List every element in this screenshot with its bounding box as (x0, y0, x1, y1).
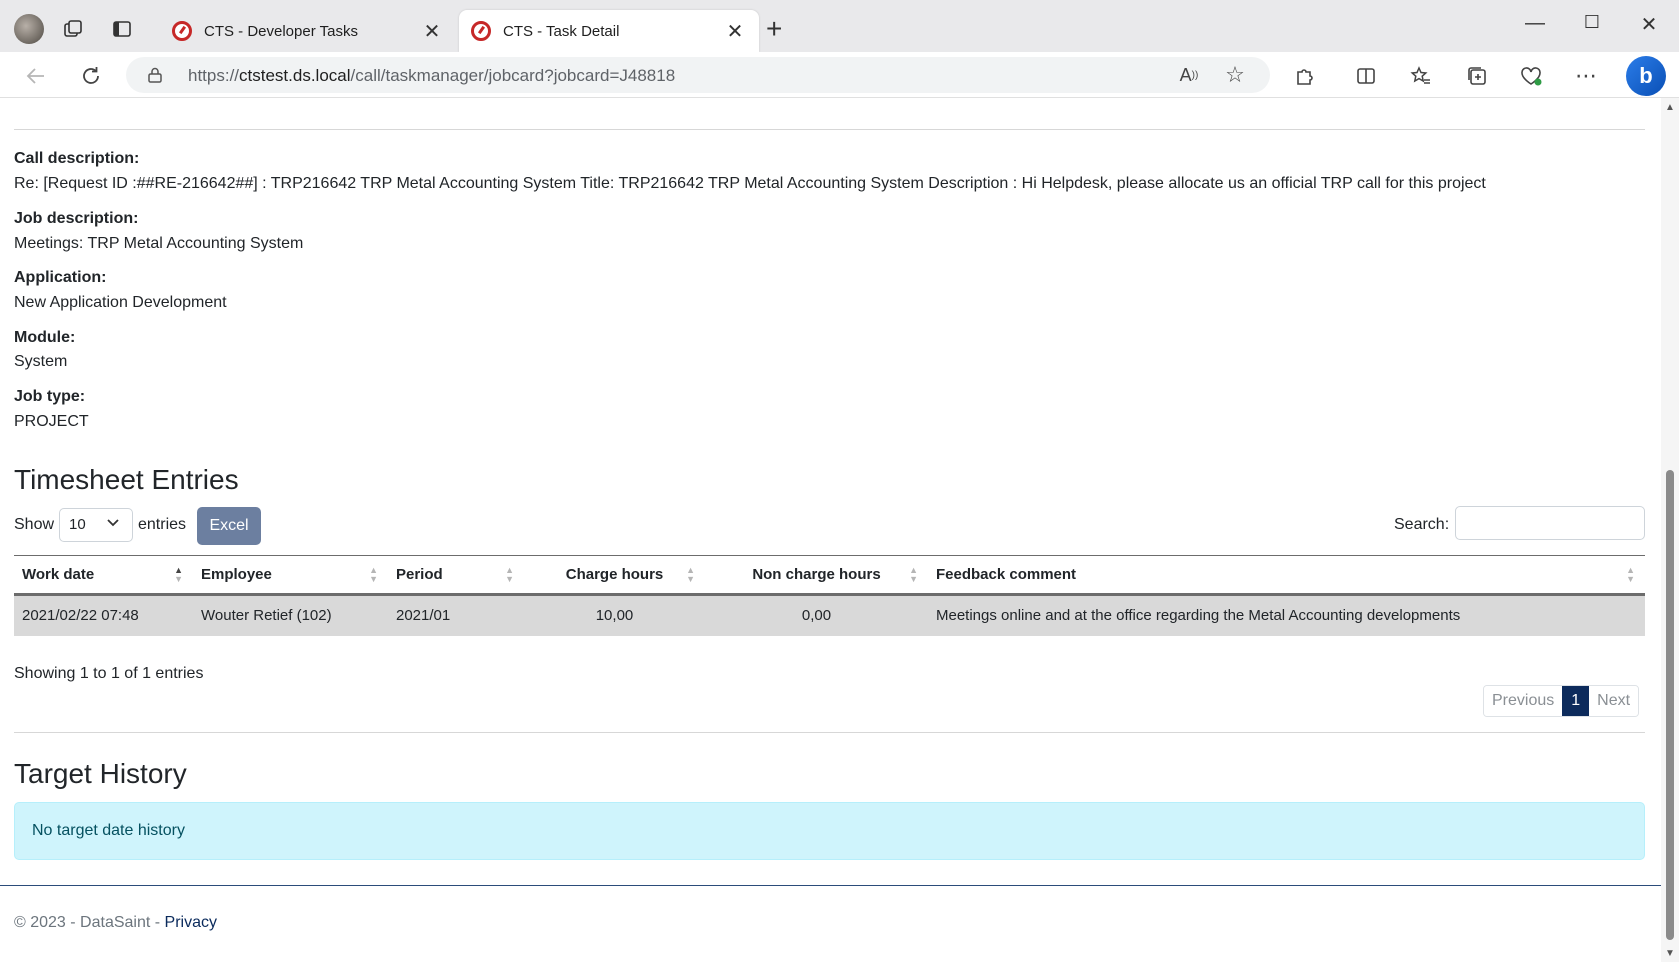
job-type-label: Job type: (14, 388, 86, 405)
search-label: Search: (1394, 516, 1450, 533)
column-header-period[interactable]: Period ▲ ▼ (388, 555, 524, 596)
footer: © 2023 - DataSaint - Privacy (14, 914, 217, 932)
page-1-button[interactable]: 1 (1562, 686, 1590, 716)
timesheet-table: Work date ▲ ▼ Employee ▲ ▼ Period ▲ ▼ Charge h… (14, 555, 1645, 636)
show-label: Show (14, 516, 55, 533)
cts-favicon-icon (172, 21, 192, 41)
column-header-charge-hours[interactable]: Charge hours ▲ ▼ (524, 555, 705, 596)
tab-title: CTS - Task Detail (503, 22, 620, 40)
cell-feedback-comment: Meetings online and at the office regard… (928, 594, 1645, 636)
target-history-title: Target History (14, 758, 187, 789)
page-content: Call description: Re: [Request ID :##RE-… (0, 98, 1661, 962)
footer-divider (0, 885, 1661, 886)
refresh-icon[interactable] (77, 62, 105, 90)
privacy-link[interactable]: Privacy (165, 914, 217, 931)
heart-icon[interactable] (1517, 62, 1545, 90)
bing-icon[interactable]: b (1626, 56, 1666, 96)
collections-icon[interactable] (1463, 62, 1491, 90)
cell-employee: Wouter Retief (102) (193, 594, 388, 636)
browser-tab-bar: CTS - Developer Tasks ✕ CTS - Task Detai… (0, 0, 1679, 52)
footer-copyright: © 2023 - DataSaint - (14, 914, 165, 931)
plus-icon[interactable]: + (766, 15, 782, 43)
avatar[interactable] (14, 14, 44, 44)
chevron-down-icon (106, 515, 120, 532)
cell-non-charge-hours: 0,00 (705, 594, 928, 636)
table-info: Showing 1 to 1 of 1 entries (14, 665, 204, 682)
puzzle-icon[interactable] (1290, 62, 1318, 90)
scroll-thumb[interactable] (1666, 470, 1674, 940)
maximize-icon[interactable]: ☐ (1577, 12, 1607, 33)
close-icon[interactable]: ✕ (723, 19, 747, 44)
tab-developer-tasks[interactable]: CTS - Developer Tasks ✕ (160, 10, 456, 52)
scroll-down-icon[interactable]: ▼ (1665, 948, 1675, 959)
call-description-label: Call description: (14, 150, 140, 167)
vertical-tabs-icon[interactable] (109, 16, 135, 42)
close-icon[interactable]: ✕ (420, 19, 444, 44)
star-icon[interactable]: ☆ (1222, 62, 1248, 87)
cell-charge-hours: 10,00 (524, 594, 705, 636)
tab-title: CTS - Developer Tasks (204, 22, 358, 40)
excel-button[interactable]: Excel (197, 507, 261, 545)
target-history-alert: No target date history (14, 802, 1645, 860)
arrow-left-icon[interactable] (22, 62, 50, 90)
sort-icon: ▲ ▼ (686, 565, 695, 584)
module-value: System (14, 353, 68, 370)
read-aloud-icon[interactable]: A)) (1176, 63, 1202, 87)
divider (14, 129, 1645, 130)
timesheet-title: Timesheet Entries (14, 464, 239, 495)
workspaces-icon[interactable] (60, 16, 86, 42)
application-label: Application: (14, 269, 107, 286)
application-value: New Application Development (14, 294, 227, 311)
job-description-label: Job description: (14, 210, 139, 227)
sort-icon: ▲ ▼ (505, 565, 514, 584)
alert-message: No target date history (32, 822, 185, 839)
cts-favicon-icon (471, 21, 491, 41)
job-description-value: Meetings: TRP Metal Accounting System (14, 235, 304, 252)
divider (14, 732, 1645, 733)
favorites-icon[interactable] (1407, 62, 1435, 90)
column-header-feedback-comment[interactable]: Feedback comment ▲ ▼ (928, 555, 1645, 596)
entries-label: entries (138, 516, 187, 533)
sort-icon: ▲ ▼ (174, 565, 183, 584)
cell-period: 2021/01 (388, 594, 524, 636)
page-length-value: 10 (69, 516, 86, 533)
column-header-employee[interactable]: Employee ▲ ▼ (193, 555, 388, 596)
ellipsis-icon[interactable]: ⋯ (1572, 62, 1600, 90)
next-page-button[interactable]: Next (1589, 686, 1639, 716)
table-row[interactable]: 2021/02/22 07:48 Wouter Retief (102) 202… (14, 594, 1645, 636)
browser-toolbar: https://ctstest.ds.local/call/taskmanage… (0, 52, 1679, 98)
call-description-value: Re: [Request ID :##RE-216642##] : TRP216… (14, 175, 1486, 192)
url-text: https://ctstest.ds.local/call/taskmanage… (188, 66, 676, 85)
column-header-work-date[interactable]: Work date ▲ ▼ (14, 555, 193, 596)
table-header-row: Work date ▲ ▼ Employee ▲ ▼ Period ▲ ▼ Charge h… (14, 555, 1645, 596)
job-type-value: PROJECT (14, 413, 89, 430)
sort-icon: ▲ ▼ (909, 565, 918, 584)
previous-page-button[interactable]: Previous (1484, 686, 1563, 716)
address-bar[interactable]: https://ctstest.ds.local/call/taskmanage… (126, 57, 1270, 93)
sort-icon: ▲ ▼ (1626, 565, 1635, 584)
scrollbar[interactable]: ▲ ▼ (1661, 98, 1679, 962)
column-header-non-charge-hours[interactable]: Non charge hours ▲ ▼ (705, 555, 928, 596)
lock-icon (148, 67, 162, 83)
page-length-select[interactable]: 10 (59, 508, 133, 542)
module-label: Module: (14, 329, 76, 346)
scroll-up-icon[interactable]: ▲ (1665, 102, 1675, 113)
search-input[interactable] (1455, 506, 1645, 540)
cell-work-date: 2021/02/22 07:48 (14, 594, 193, 636)
minimize-icon[interactable]: — (1520, 12, 1550, 35)
window-close-icon[interactable]: ✕ (1634, 12, 1664, 37)
split-screen-icon[interactable] (1352, 62, 1380, 90)
sort-icon: ▲ ▼ (369, 565, 378, 584)
tab-task-detail[interactable]: CTS - Task Detail ✕ (459, 10, 759, 52)
pagination: Previous 1 Next (1483, 685, 1640, 717)
